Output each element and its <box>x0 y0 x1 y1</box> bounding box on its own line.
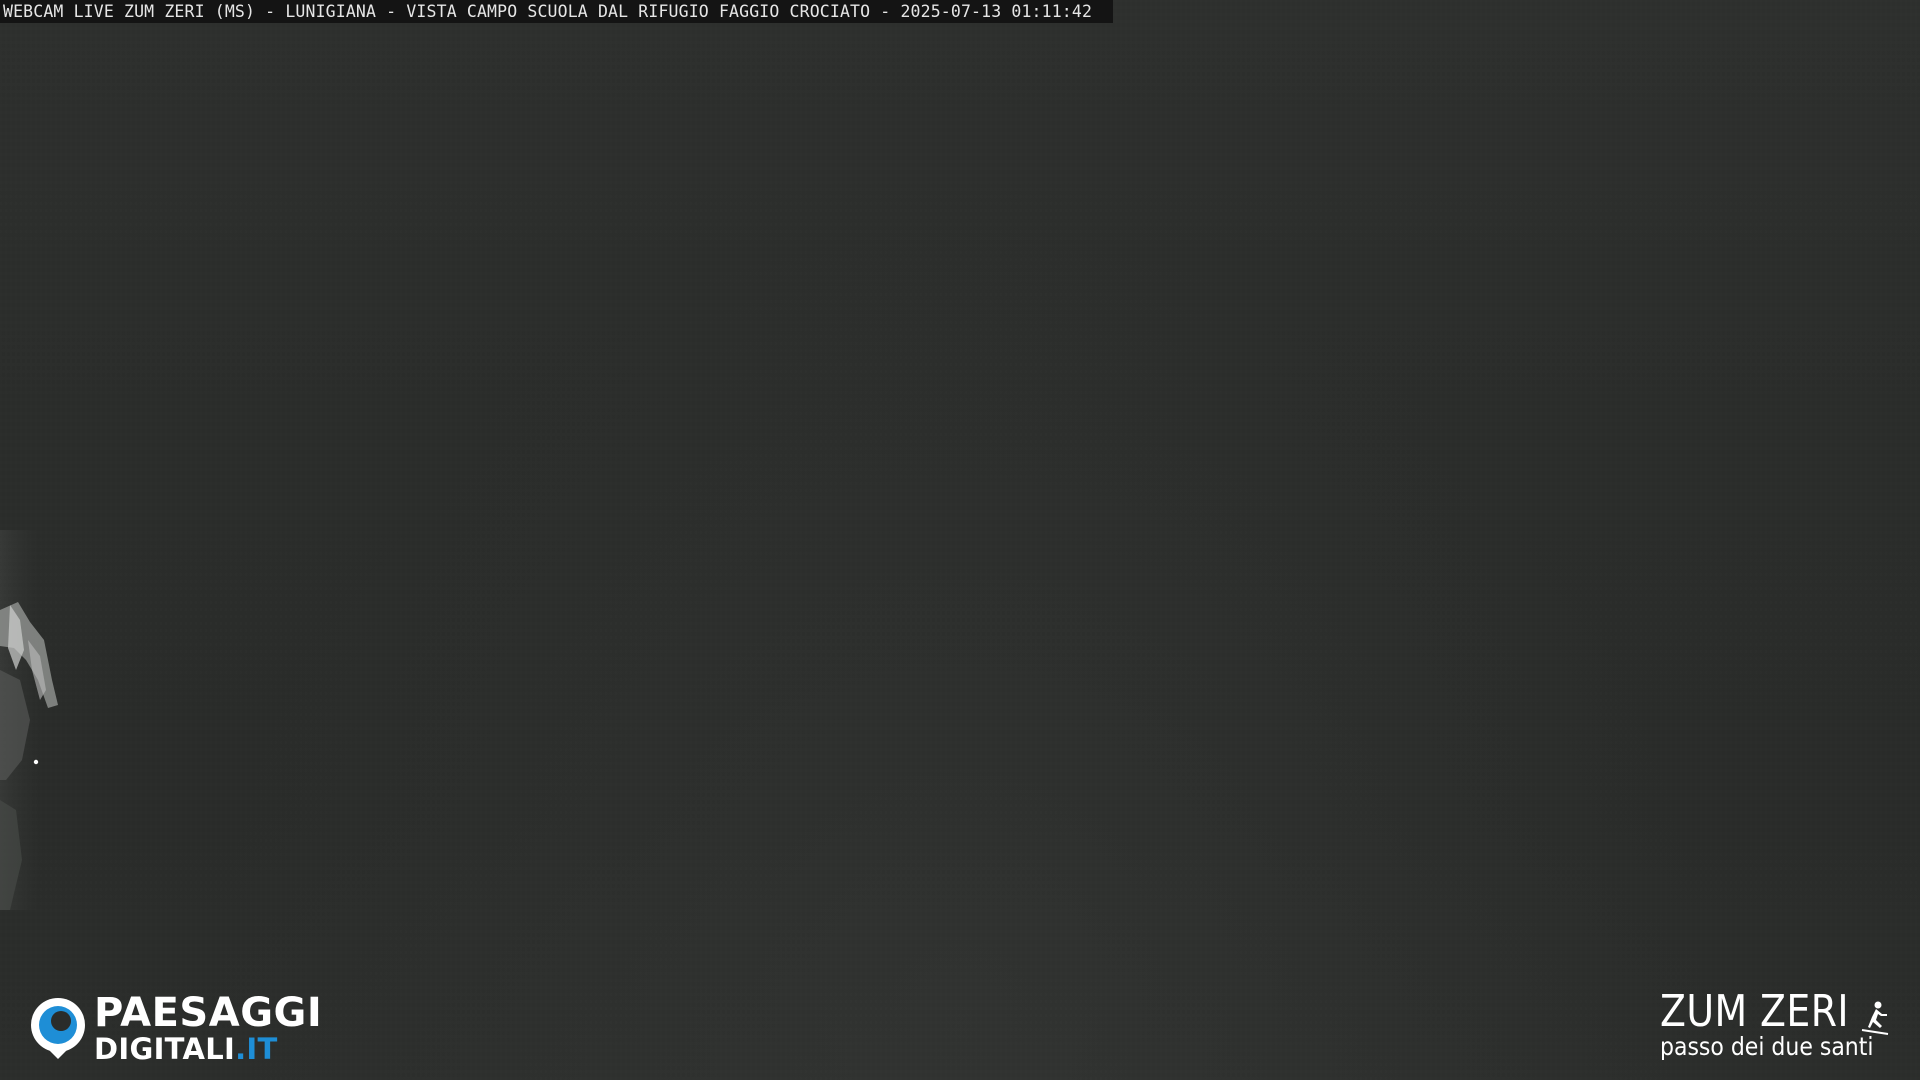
skier-icon <box>1861 1001 1889 1035</box>
zum-zeri-logo: ZUM ZERI passo dei due santi <box>1660 990 1890 1060</box>
foreground-branch <box>0 530 80 910</box>
zum-zeri-title: ZUM ZERI <box>1660 986 1850 1037</box>
zum-zeri-subtitle: passo dei due santi <box>1660 1032 1874 1061</box>
webcam-frame: WEBCAM LIVE ZUM ZERI (MS) - LUNIGIANA - … <box>0 0 1920 1080</box>
logo-text-digitali: DIGITALI.IT <box>94 1031 322 1066</box>
eye-icon <box>31 998 85 1059</box>
logo-text-it-suffix: .IT <box>235 1031 278 1066</box>
logo-text-digitali-main: DIGITALI <box>94 1031 236 1066</box>
paesaggi-digitali-logo: PAESAGGI DIGITALI.IT <box>28 993 322 1063</box>
caption-bar: WEBCAM LIVE ZUM ZERI (MS) - LUNIGIANA - … <box>0 0 1114 23</box>
webcam-caption: WEBCAM LIVE ZUM ZERI (MS) - LUNIGIANA - … <box>3 2 1093 21</box>
image-noise <box>0 0 1920 1080</box>
logo-text-paesaggi: PAESAGGI <box>94 989 323 1036</box>
